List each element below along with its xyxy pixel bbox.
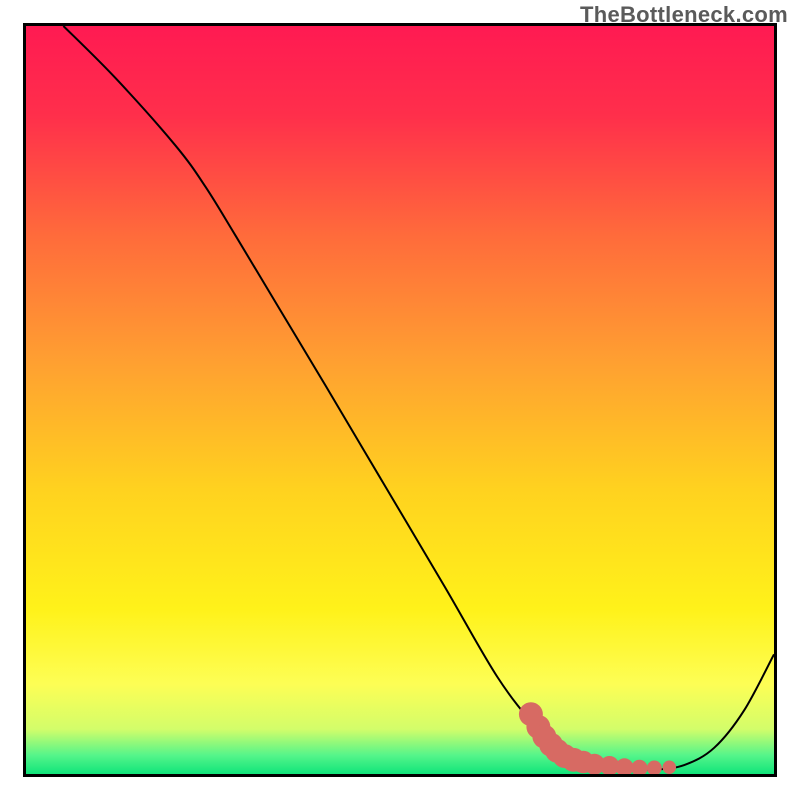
plot-frame — [23, 23, 777, 777]
chart-background — [26, 26, 774, 774]
marker-dot — [663, 761, 676, 774]
chart-svg — [26, 26, 774, 774]
chart-stage: TheBottleneck.com — [0, 0, 800, 800]
